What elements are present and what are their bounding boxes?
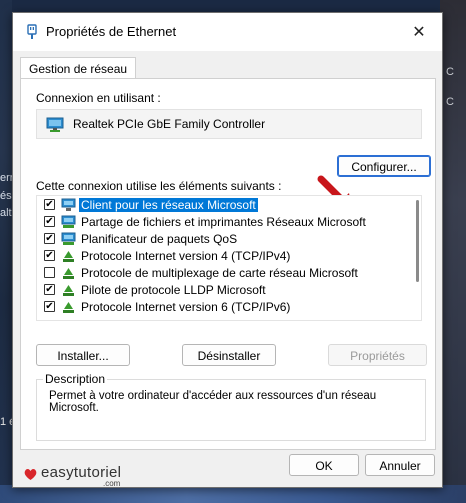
item-label: Protocole de multiplexage de carte résea… bbox=[81, 266, 358, 280]
item-checkbox[interactable]: ✔ bbox=[44, 199, 55, 210]
item-checkbox[interactable]: ✔ bbox=[44, 216, 55, 227]
list-item[interactable]: ✔ Pilote de protocole LLDP Microsoft bbox=[37, 282, 407, 299]
components-list[interactable]: ✔ Client pour les réseaux Microsoft ✔ Pa… bbox=[36, 195, 422, 321]
close-icon: ✕ bbox=[412, 24, 426, 41]
ethernet-properties-dialog: Propriétés de Ethernet ✕ Gestion de rése… bbox=[12, 12, 443, 488]
protocol-icon bbox=[63, 285, 74, 296]
background-text-fragment: ésea bbox=[0, 190, 12, 202]
protocol-icon bbox=[63, 302, 74, 313]
list-item[interactable]: ✔ Client pour les réseaux Microsoft bbox=[37, 197, 407, 214]
adapter-box: Realtek PCIe GbE Family Controller bbox=[36, 109, 422, 139]
network-service-icon bbox=[61, 215, 76, 228]
item-checkbox[interactable]: ✔ bbox=[44, 250, 55, 261]
heart-logo-icon bbox=[24, 468, 37, 480]
network-adapter-icon bbox=[46, 117, 64, 132]
list-item[interactable]: ✔ Partage de fichiers et imprimantes Rés… bbox=[37, 214, 407, 231]
tab-gestion-de-reseau[interactable]: Gestion de réseau bbox=[20, 57, 137, 79]
description-title: Description bbox=[43, 372, 108, 386]
item-label: Protocole Internet version 4 (TCP/IPv4) bbox=[81, 249, 291, 263]
list-item[interactable]: ✔ Protocole Internet version 6 (TCP/IPv6… bbox=[37, 299, 407, 316]
background-text-fragment: err bbox=[0, 172, 12, 184]
ok-button[interactable]: OK bbox=[289, 454, 359, 476]
list-scrollbar[interactable] bbox=[416, 200, 419, 300]
list-item[interactable]: ✔ Protocole Internet version 4 (TCP/IPv4… bbox=[37, 248, 407, 265]
background-text-fragment: 1 é bbox=[0, 416, 12, 428]
item-label: Planificateur de paquets QoS bbox=[81, 232, 238, 246]
tab-panel: Connexion en utilisant : Realtek PCIe Gb… bbox=[20, 78, 436, 450]
list-item[interactable]: ✔ Planificateur de paquets QoS bbox=[37, 231, 407, 248]
item-checkbox[interactable]: ✔ bbox=[44, 284, 55, 295]
configure-button[interactable]: Configurer... bbox=[337, 155, 431, 177]
watermark-subtext: .com bbox=[103, 479, 121, 488]
properties-button[interactable]: Propriétés bbox=[328, 344, 427, 366]
protocol-icon bbox=[63, 268, 74, 279]
background-window-right: C C bbox=[440, 0, 466, 503]
protocol-icon bbox=[63, 251, 74, 262]
title-bar[interactable]: Propriétés de Ethernet ✕ bbox=[13, 13, 442, 51]
network-service-icon bbox=[61, 232, 76, 245]
list-item[interactable]: Protocole de multiplexage de carte résea… bbox=[37, 265, 407, 282]
network-client-icon bbox=[61, 198, 76, 211]
connection-label: Connexion en utilisant : bbox=[36, 91, 161, 105]
close-button[interactable]: ✕ bbox=[402, 19, 436, 45]
watermark-logo: easytutoriel .com bbox=[23, 464, 143, 488]
item-label: Client pour les réseaux Microsoft bbox=[79, 198, 258, 212]
background-text-fragment: C bbox=[446, 66, 454, 78]
install-button[interactable]: Installer... bbox=[36, 344, 130, 366]
cancel-button[interactable]: Annuler bbox=[365, 454, 435, 476]
tab-label: Gestion de réseau bbox=[29, 62, 128, 76]
description-group: Description Permet à votre ordinateur d'… bbox=[36, 372, 426, 441]
ethernet-plug-icon bbox=[27, 24, 37, 39]
item-checkbox[interactable]: ✔ bbox=[44, 301, 55, 312]
item-label: Pilote de protocole LLDP Microsoft bbox=[81, 283, 266, 297]
item-checkbox[interactable] bbox=[44, 267, 55, 278]
uninstall-button[interactable]: Désinstaller bbox=[182, 344, 276, 366]
adapter-name: Realtek PCIe GbE Family Controller bbox=[73, 117, 266, 131]
background-text-fragment: C bbox=[446, 96, 454, 108]
window-title: Propriétés de Ethernet bbox=[46, 24, 177, 39]
background-text-fragment: alte bbox=[0, 207, 12, 219]
item-label: Partage de fichiers et imprimantes Résea… bbox=[81, 215, 366, 229]
scrollbar-thumb[interactable] bbox=[416, 200, 419, 282]
description-text: Permet à votre ordinateur d'accéder aux … bbox=[49, 390, 377, 414]
components-label: Cette connexion utilise les éléments sui… bbox=[36, 179, 282, 193]
item-checkbox[interactable]: ✔ bbox=[44, 233, 55, 244]
item-label: Protocole Internet version 6 (TCP/IPv6) bbox=[81, 300, 291, 314]
